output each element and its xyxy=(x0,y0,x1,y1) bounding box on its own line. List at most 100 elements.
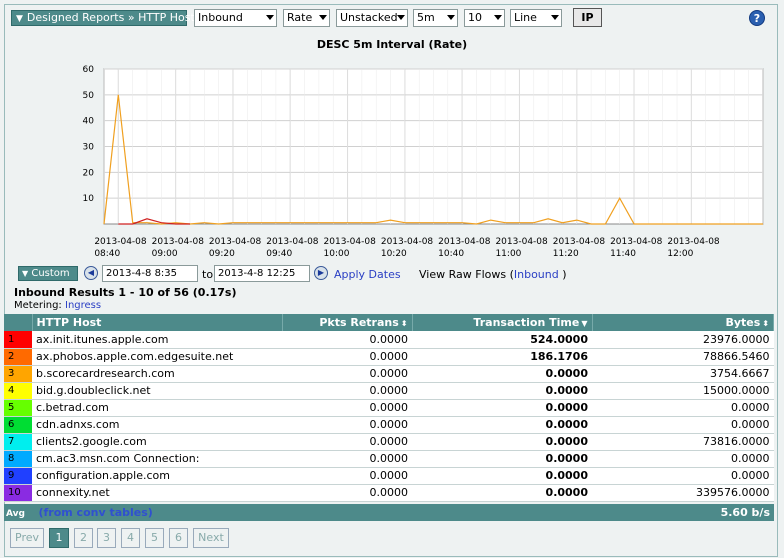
rank-cell: 4 xyxy=(4,382,32,400)
page-1-button[interactable]: 1 xyxy=(49,528,69,548)
page-3-button[interactable]: 3 xyxy=(97,528,116,548)
table-row[interactable]: 9 configuration.apple.com 0.0000 0.0000 0.00… xyxy=(4,467,774,485)
x-tick-date: 2013-04-08 xyxy=(553,237,606,247)
transaction-time-cell: 0.0000 xyxy=(412,484,592,502)
sort-desc-icon[interactable]: ▼ xyxy=(581,319,587,328)
bytes-cell: 23976.0000 xyxy=(592,331,774,349)
transaction-time-header[interactable]: Transaction Time ▼ xyxy=(412,314,593,331)
transaction-time-cell: 0.0000 xyxy=(412,382,592,400)
y-tick-label: 50 xyxy=(83,91,95,101)
x-tick-date: 2013-04-08 xyxy=(610,237,663,247)
raw-flows-suffix: ) xyxy=(562,268,567,281)
bytes-cell: 0.0000 xyxy=(592,450,774,468)
http-host-cell[interactable]: cdn.adnxs.com xyxy=(32,416,282,434)
view-raw-flows: View Raw Flows (Inbound ) xyxy=(419,268,567,281)
y-tick-label: 60 xyxy=(83,65,95,75)
x-tick-date: 2013-04-08 xyxy=(495,237,548,247)
table-row[interactable]: 5 c.betrad.com 0.0000 0.0000 0.0000 xyxy=(4,399,774,417)
table-row[interactable]: 4 bid.g.doubleclick.net 0.0000 0.0000 15000.… xyxy=(4,382,774,400)
page-4-button[interactable]: 4 xyxy=(121,528,140,548)
x-tick-time: 10:40 xyxy=(438,249,464,259)
table-row[interactable]: 6 cdn.adnxs.com 0.0000 0.0000 0.0000 xyxy=(4,416,774,434)
http-host-header[interactable]: HTTP Host xyxy=(32,314,283,331)
transaction-time-cell: 0.0000 xyxy=(412,450,592,468)
bytes-cell: 0.0000 xyxy=(592,399,774,417)
raw-flows-prefix: View Raw Flows ( xyxy=(419,268,514,281)
transaction-time-cell: 186.1706 xyxy=(412,348,592,366)
table-row[interactable]: 7 clients2.google.com 0.0000 0.0000 73816.00… xyxy=(4,433,774,451)
sort-icon[interactable]: ⬍ xyxy=(401,319,408,328)
page-2-button[interactable]: 2 xyxy=(74,528,93,548)
pkts-retrans-header[interactable]: Pkts Retrans ⬍ xyxy=(282,314,413,331)
x-tick-time: 09:00 xyxy=(152,249,178,259)
transaction-time-label: Transaction Time xyxy=(473,316,580,329)
rank-cell: 6 xyxy=(4,416,32,434)
http-host-cell[interactable]: ax.init.itunes.apple.com xyxy=(32,331,282,349)
x-tick-time: 11:20 xyxy=(553,249,579,259)
avg-note-link[interactable]: (from conv tables) xyxy=(38,506,152,519)
end-date-input[interactable]: 2013-4-8 12:25 xyxy=(214,265,310,282)
http-host-cell[interactable]: cm.ac3.msn.com Connection: xyxy=(32,450,282,468)
http-host-cell[interactable]: c.betrad.com xyxy=(32,399,282,417)
x-tick-time: 09:40 xyxy=(266,249,292,259)
bytes-cell: 3754.6667 xyxy=(592,365,774,383)
bytes-cell: 73816.0000 xyxy=(592,433,774,451)
page-6-button[interactable]: 6 xyxy=(169,528,188,548)
bytes-cell: 78866.5460 xyxy=(592,348,774,366)
table-header-row: HTTP Host Pkts Retrans ⬍ Transaction Time… xyxy=(4,314,774,331)
bytes-cell: 0.0000 xyxy=(592,416,774,434)
sort-icon[interactable]: ⬍ xyxy=(762,319,769,328)
raw-flows-inbound-link[interactable]: Inbound xyxy=(514,268,559,281)
http-host-cell[interactable]: ax.phobos.apple.com.edgesuite.net xyxy=(32,348,282,366)
y-tick-label: 20 xyxy=(83,168,95,178)
y-tick-label: 10 xyxy=(83,194,95,204)
pkts-retrans-cell: 0.0000 xyxy=(282,331,412,349)
custom-label: Custom xyxy=(31,268,70,279)
to-label: to xyxy=(202,268,214,281)
pkts-retrans-cell: 0.0000 xyxy=(282,348,412,366)
metering-label: Metering: xyxy=(14,300,62,311)
rank-cell: 3 xyxy=(4,365,32,383)
x-tick-date: 2013-04-08 xyxy=(381,237,434,247)
rank-cell: 9 xyxy=(4,467,32,485)
metering-info: Metering: Ingress xyxy=(14,300,101,311)
x-tick-date: 2013-04-08 xyxy=(152,237,205,247)
table-row[interactable]: 8 cm.ac3.msn.com Connection: 0.0000 0.0000 0… xyxy=(4,450,774,468)
x-tick-date: 2013-04-08 xyxy=(667,237,720,247)
http-host-cell[interactable]: bid.g.doubleclick.net xyxy=(32,382,282,400)
table-row[interactable]: 3 b.scorecardresearch.com 0.0000 0.0000 3754… xyxy=(4,365,774,383)
results-title: Inbound Results 1 - 10 of 56 (0.17s) xyxy=(14,286,237,299)
prev-page-button[interactable]: Prev xyxy=(10,528,44,548)
page-5-button[interactable]: 5 xyxy=(145,528,164,548)
bytes-header[interactable]: Bytes ⬍ xyxy=(592,314,774,331)
table-row[interactable]: 1 ax.init.itunes.apple.com 0.0000 524.0000 2… xyxy=(4,331,774,349)
bytes-cell: 15000.0000 xyxy=(592,382,774,400)
next-page-button[interactable]: Next xyxy=(193,528,229,548)
y-tick-label: 30 xyxy=(83,143,95,153)
pkts-retrans-cell: 0.0000 xyxy=(282,399,412,417)
rank-cell: 7 xyxy=(4,433,32,451)
rank-header xyxy=(4,314,33,331)
x-tick-date: 2013-04-08 xyxy=(438,237,491,247)
previous-range-icon[interactable]: ◀ xyxy=(84,266,98,280)
apply-dates-link[interactable]: Apply Dates xyxy=(334,268,401,281)
triangle-down-icon: ▼ xyxy=(22,269,29,278)
table-row[interactable]: 2 ax.phobos.apple.com.edgesuite.net 0.0000… xyxy=(4,348,774,366)
rank-cell: 10 xyxy=(4,484,32,502)
http-host-cell[interactable]: b.scorecardresearch.com xyxy=(32,365,282,383)
start-date-input[interactable]: 2013-4-8 8:35 xyxy=(102,265,198,282)
x-tick-time: 11:40 xyxy=(610,249,636,259)
x-tick-time: 09:20 xyxy=(209,249,235,259)
http-host-cell[interactable]: clients2.google.com xyxy=(32,433,282,451)
bytes-label: Bytes xyxy=(725,316,761,329)
avg-value: 5.60 b/s xyxy=(720,506,770,519)
x-tick-date: 2013-04-08 xyxy=(209,237,262,247)
table-row[interactable]: 10 connexity.net 0.0000 0.0000 339576.0000 xyxy=(4,484,774,502)
metering-link[interactable]: Ingress xyxy=(65,300,101,311)
http-host-cell[interactable]: configuration.apple.com xyxy=(32,467,282,485)
custom-range-button[interactable]: ▼ Custom xyxy=(18,266,78,281)
x-tick-time: 08:40 xyxy=(94,249,120,259)
http-host-cell[interactable]: connexity.net xyxy=(32,484,282,502)
next-range-icon[interactable]: ▶ xyxy=(314,266,328,280)
pkts-retrans-label: Pkts Retrans xyxy=(319,316,399,329)
